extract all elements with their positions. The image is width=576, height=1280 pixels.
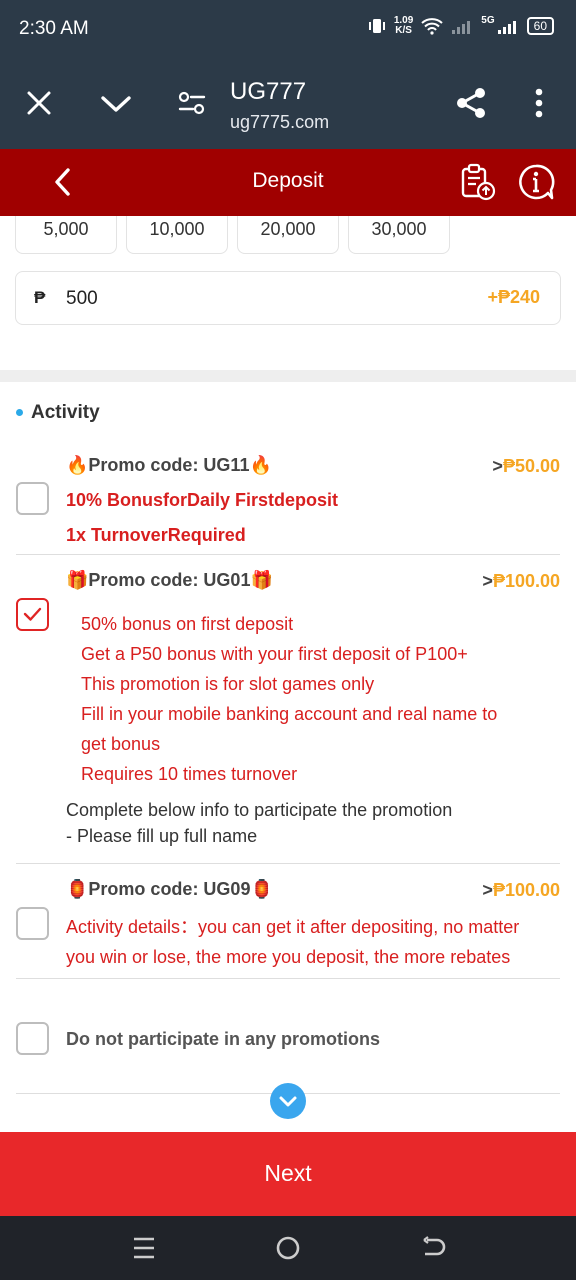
chevron-down-icon[interactable] xyxy=(100,94,132,114)
amount-input[interactable]: ₱ 500 +₱240 xyxy=(15,271,561,325)
no-promo-checkbox[interactable] xyxy=(16,1022,49,1055)
amount-chip-10000[interactable]: 10,000 xyxy=(126,216,228,254)
back-icon[interactable] xyxy=(420,1236,446,1260)
promo-amount-value: ₱100.00 xyxy=(492,880,560,900)
promo-checkbox-ug01[interactable] xyxy=(16,598,49,631)
net-speed-unit: K/S xyxy=(395,25,412,36)
activity-heading: Activity xyxy=(31,402,100,423)
fire-icon: 🔥 xyxy=(249,455,272,476)
checkmark-icon xyxy=(23,607,42,621)
status-time: 2:30 AM xyxy=(19,18,89,39)
promo-amount-prefix: > xyxy=(482,880,493,900)
promo-divider xyxy=(16,554,560,555)
signal-5g-label: 5G xyxy=(481,14,495,26)
promo-info-line: Complete below info to participate the p… xyxy=(66,800,453,820)
promo-description: Activity details：you can get it after de… xyxy=(66,917,520,967)
help-circle-icon[interactable] xyxy=(517,163,555,201)
no-promo-label: Do not participate in any promotions xyxy=(66,1029,381,1049)
promo-amount-prefix: > xyxy=(482,571,493,591)
promo-title-text: Promo code: UG09 xyxy=(88,879,251,899)
amount-input-value[interactable]: 500 xyxy=(66,288,98,310)
promo-line: Requires 10 times turnover xyxy=(81,764,298,784)
vibrate-icon xyxy=(368,19,385,33)
signal-icon xyxy=(497,21,516,34)
chevron-down-icon xyxy=(279,1096,297,1107)
amount-chip-row: 5,000 10,000 20,000 30,000 xyxy=(0,216,576,256)
promo-line: get bonus xyxy=(81,734,161,754)
amount-chip-5000[interactable]: 5,000 xyxy=(15,216,117,254)
promo-divider xyxy=(16,863,560,864)
promo-amount-ug01: >₱100.00 xyxy=(482,571,560,592)
promo-title-text: Promo code: UG01 xyxy=(88,570,251,590)
browser-toolbar: UG777 ug7775.com xyxy=(0,58,576,149)
promo-checkbox-ug09[interactable] xyxy=(16,907,49,940)
amount-chip-20000[interactable]: 20,000 xyxy=(237,216,339,254)
signal-weak-icon xyxy=(452,21,471,34)
promo-amount-ug09: >₱100.00 xyxy=(482,880,560,901)
share-icon[interactable] xyxy=(454,86,488,120)
promo-divider xyxy=(16,978,560,979)
app-header: Deposit xyxy=(0,149,576,216)
gift-icon: 🎁 xyxy=(250,570,273,591)
promo-line: 50% bonus on first deposit xyxy=(81,614,294,634)
amount-chip-30000[interactable]: 30,000 xyxy=(348,216,450,254)
lantern-icon: 🏮 xyxy=(66,879,89,900)
section-divider xyxy=(0,370,576,382)
activity-bullet-icon xyxy=(16,409,23,416)
promo-line: 10% BonusforDaily Firstdeposit xyxy=(66,490,339,510)
recent-apps-icon[interactable] xyxy=(132,1236,156,1260)
close-icon[interactable] xyxy=(26,90,52,116)
next-button[interactable]: Next xyxy=(0,1132,576,1216)
promo-amount-value: ₱50.00 xyxy=(502,456,560,476)
promo-line: This promotion is for slot games only xyxy=(81,674,375,694)
promo-title-text: Promo code: UG11 xyxy=(88,455,250,475)
system-nav-bar xyxy=(0,1216,576,1280)
bonus-amount: +₱240 xyxy=(487,287,540,307)
promo-amount-ug11: >₱50.00 xyxy=(492,456,560,477)
status-bar: 2:30 AM 1.09 K/S 5G 60 xyxy=(0,0,576,58)
site-url[interactable]: ug7775.com xyxy=(230,112,329,133)
promo-line: Fill in your mobile banking account and … xyxy=(81,704,498,724)
promo-title-ug01: 🎁Promo code: UG01🎁 xyxy=(66,570,273,591)
promo-title-ug11: 🔥Promo code: UG11🔥 xyxy=(66,455,272,476)
promo-line: Get a P50 bonus with your first deposit … xyxy=(81,644,468,664)
currency-symbol: ₱ xyxy=(34,288,46,307)
wifi-icon xyxy=(421,18,443,35)
site-settings-icon[interactable] xyxy=(178,90,206,116)
home-icon[interactable] xyxy=(275,1235,301,1261)
clipboard-upload-icon[interactable] xyxy=(460,163,496,201)
fire-icon: 🔥 xyxy=(66,455,89,476)
site-title: UG777 xyxy=(230,78,307,105)
promo-checkbox-ug11[interactable] xyxy=(16,482,49,515)
promo-title-ug09: 🏮Promo code: UG09🏮 xyxy=(66,879,273,900)
gift-icon: 🎁 xyxy=(66,570,89,591)
status-icons: 1.09 K/S 5G 60 xyxy=(368,14,554,36)
promo-amount-prefix: > xyxy=(492,456,503,476)
promo-line: 1x TurnoverRequired xyxy=(66,525,246,545)
net-speed: 1.09 K/S xyxy=(394,16,413,36)
lantern-icon: 🏮 xyxy=(250,879,273,900)
promo-amount-value: ₱100.00 xyxy=(492,571,560,591)
battery-indicator: 60 xyxy=(526,17,554,35)
promo-info-line: - Please fill up full name xyxy=(66,826,258,846)
more-vertical-icon[interactable] xyxy=(532,88,546,118)
scroll-down-button[interactable] xyxy=(270,1083,306,1119)
